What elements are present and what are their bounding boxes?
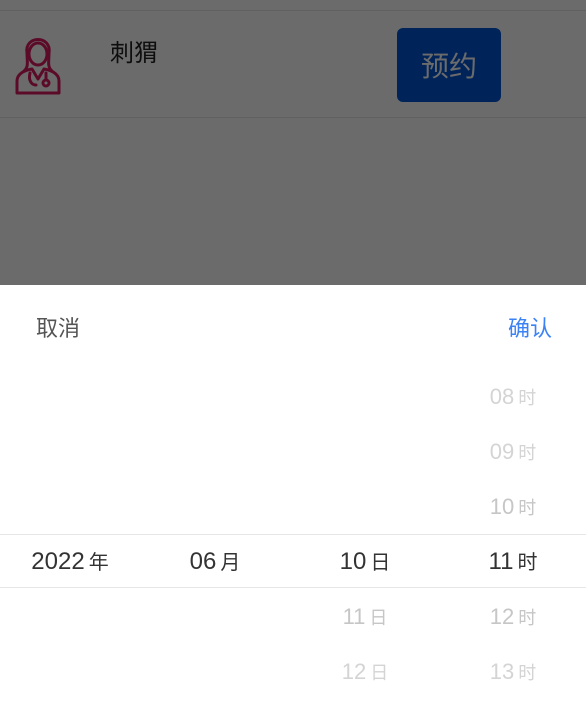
hour-unit: 时 [518,388,537,408]
day-unit: 日 [369,608,388,628]
modal-overlay[interactable] [0,0,586,285]
hour-unit: 时 [517,552,538,574]
hour-unit: 时 [518,498,537,518]
month-unit: 月 [220,552,241,574]
day-unit: 日 [370,552,391,574]
month-value: 06 [189,548,217,575]
hour-option[interactable]: 08 时 [440,382,586,412]
day-option-selected[interactable]: 10 日 [290,547,440,577]
year-column[interactable]: 2022 年 [0,285,140,701]
year-option-selected[interactable]: 2022 年 [0,547,140,577]
year-value: 2022 [31,548,85,575]
hour-unit: 时 [518,608,537,628]
hour-option[interactable]: 12 时 [440,602,586,632]
day-option[interactable]: 11 日 [290,602,440,632]
month-option-selected[interactable]: 06 月 [140,547,290,577]
day-unit: 日 [370,663,389,683]
hour-option[interactable]: 13 时 [440,657,586,687]
day-value: 12 [341,659,367,684]
year-unit: 年 [88,552,109,574]
hour-option-selected[interactable]: 11 时 [440,547,586,577]
hour-value: 11 [488,548,514,575]
day-column[interactable]: 10 日 11 日 12 日 [290,285,440,701]
day-option[interactable]: 12 日 [290,657,440,687]
hour-value: 10 [489,494,515,519]
hour-option[interactable]: 09 时 [440,437,586,467]
month-column[interactable]: 06 月 [140,285,290,701]
hour-value: 09 [489,439,515,464]
datetime-picker-sheet: 取消 确认 2022 年 06 月 10 日 11 日 12 日 08 时 09 时 10 时 [0,285,586,701]
hour-value: 13 [489,659,515,684]
hour-unit: 时 [518,663,537,683]
hour-unit: 时 [518,443,537,463]
day-value: 11 [342,604,366,629]
hour-value: 12 [489,604,515,629]
hour-column[interactable]: 08 时 09 时 10 时 11 时 12 时 13 时 [440,285,586,701]
day-value: 10 [339,548,367,575]
hour-option[interactable]: 10 时 [440,492,586,522]
hour-value: 08 [489,384,515,409]
